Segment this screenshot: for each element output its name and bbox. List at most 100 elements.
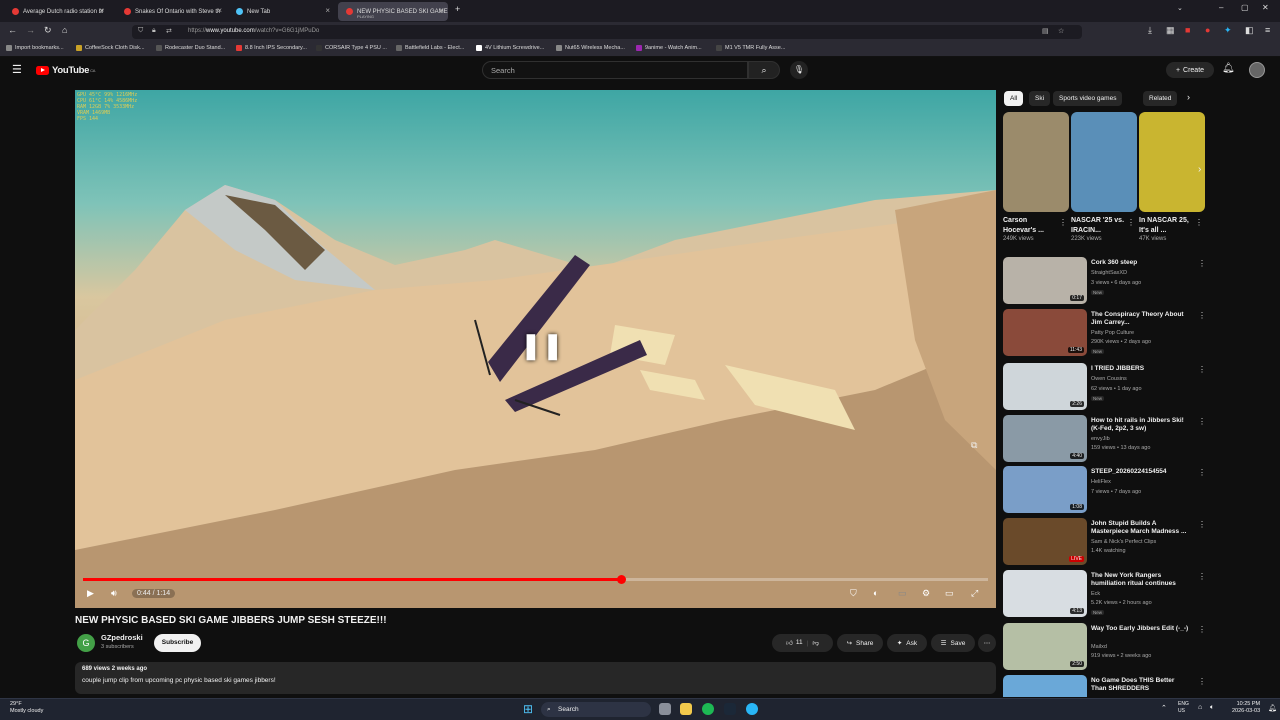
more-vertical-icon[interactable]: ⋮ [1198, 311, 1206, 320]
like-button[interactable]: 👍︎ 11 [786, 639, 803, 647]
system-clock[interactable]: 10:25 PM 2026-03-03 [1232, 701, 1260, 715]
list-item[interactable]: 4:13 The New York Rangers humiliation ri… [1003, 570, 1213, 620]
more-vertical-icon[interactable]: ⋮ [1198, 625, 1206, 634]
close-tab-icon[interactable]: × [217, 6, 222, 15]
description-box[interactable]: 689 views 2 weeks ago couple jump clip f… [75, 662, 996, 694]
video-player[interactable]: GPU 45°C 99% 1216MHz CPU 61°C 14% 4586MH… [75, 90, 996, 608]
bookmark-item[interactable]: CoffeeSock Cloth Disk... [76, 45, 145, 51]
steam-icon[interactable] [724, 703, 736, 715]
hamburger-menu-icon[interactable]: ☰ [12, 63, 22, 76]
theater-mode-icon[interactable]: ▭ [945, 588, 954, 599]
more-vertical-icon[interactable]: ⋮ [1198, 259, 1206, 268]
settings-gear-icon[interactable]: ⚙ [922, 588, 930, 599]
windows-start-icon[interactable]: ⊞ [523, 702, 533, 716]
dislike-button[interactable]: 👎︎ [812, 639, 819, 647]
browser-tab-active[interactable]: NEW PHYSIC BASED SKI GAME PLAYING × [338, 2, 448, 21]
lock-icon[interactable]: 🔒︎ [152, 27, 156, 35]
autoplay-toggle[interactable]: ◐ [873, 588, 878, 598]
more-actions-button[interactable]: ⋯ [978, 634, 996, 652]
ask-button[interactable]: ✦ Ask [887, 634, 927, 652]
address-bar[interactable]: ⛉ 🔒︎ ⇄ https://www.youtube.com/watch?v=G… [132, 25, 1082, 39]
close-window-icon[interactable]: ✕ [1262, 3, 1269, 12]
more-vertical-icon[interactable]: ⋮ [1198, 677, 1206, 686]
fullscreen-icon[interactable]: ⤢ [971, 588, 978, 599]
list-item[interactable]: LIVE John Stupid Builds A Masterpiece Ma… [1003, 518, 1213, 568]
bookmark-item[interactable]: CORSAIR Type 4 PSU ... [316, 45, 387, 51]
notifications-bell-icon[interactable]: 🔔︎ [1222, 63, 1235, 74]
volume-tray-icon[interactable]: 🔈︎ [1210, 704, 1214, 712]
new-tab-icon[interactable]: + [455, 4, 460, 14]
short-card[interactable]: In NASCAR 25, It's all ... 47K views ⋮ [1139, 112, 1205, 242]
back-icon[interactable]: ← [8, 25, 17, 35]
list-item[interactable]: 4:40 How to hit rails in Jibbers Ski! (K… [1003, 415, 1213, 465]
ad-shield-icon[interactable]: ⛉ [850, 588, 857, 599]
menu-icon[interactable]: ≡ [1265, 25, 1270, 35]
shield-icon[interactable]: ⛉ [138, 27, 143, 35]
channel-name[interactable]: GZpedroski [101, 633, 143, 642]
bookmark-item[interactable]: Battlefield Labs - Elect... [396, 45, 464, 51]
search-button[interactable]: ⌕ [748, 61, 780, 79]
save-button[interactable]: ☰ Save [931, 634, 975, 652]
more-vertical-icon[interactable]: ⋮ [1059, 218, 1067, 227]
extension-blue-icon[interactable]: ✦ [1224, 25, 1232, 36]
short-card[interactable]: NASCAR '25 vs. IRACIN... 223K views ⋮ [1071, 112, 1137, 242]
shorts-next-icon[interactable]: › [1198, 164, 1201, 175]
progress-bar[interactable] [83, 575, 988, 584]
close-tab-icon[interactable]: × [439, 6, 444, 15]
home-icon[interactable]: ⌂ [62, 25, 67, 35]
voice-search-button[interactable]: 🎙︎ [790, 61, 808, 79]
bookmark-item[interactable]: Import bookmarks... [6, 45, 64, 51]
reload-icon[interactable]: ↻ [44, 25, 52, 36]
center-pause-icon[interactable]: ❚❚ [520, 330, 564, 361]
forward-icon[interactable]: → [26, 25, 35, 35]
subtitles-icon[interactable]: ▭ [898, 588, 907, 599]
more-vertical-icon[interactable]: ⋮ [1198, 365, 1206, 374]
more-vertical-icon[interactable]: ⋮ [1198, 520, 1206, 529]
more-vertical-icon[interactable]: ⋮ [1127, 218, 1135, 227]
maximize-icon[interactable]: ▢ [1241, 3, 1249, 12]
account-avatar[interactable] [1249, 62, 1265, 78]
volume-icon[interactable]: 🔊︎ [111, 588, 117, 599]
tray-overflow-icon[interactable]: ⌃ [1161, 704, 1167, 712]
tab-list-icon[interactable]: ⌄ [1177, 4, 1183, 12]
short-card[interactable]: Carson Hocevar's ... 249K views ⋮ [1003, 112, 1069, 242]
extension-red-icon[interactable]: ■ [1185, 25, 1190, 35]
sidebar-toggle-icon[interactable]: ◧ [1245, 25, 1254, 36]
chip-all[interactable]: All [1004, 91, 1024, 106]
list-item[interactable]: 0:17 Cork 360 steep StraightSaxXD 3 view… [1003, 257, 1213, 307]
taskbar-search[interactable]: ⌕ Search [541, 702, 651, 717]
browser-tab[interactable]: New Tab × [228, 2, 334, 21]
bookmark-item[interactable]: M1 V5 TMR Fully Asse... [716, 45, 785, 51]
bookmark-star-icon[interactable]: ☆ [1058, 27, 1064, 35]
file-explorer-icon[interactable] [680, 703, 692, 715]
list-item[interactable]: 11:43 The Conspiracy Theory About Jim Ca… [1003, 309, 1213, 359]
bookmark-item[interactable]: 8.8 Inch IPS Secondary... [236, 45, 307, 51]
list-item[interactable]: 2:50 Way Too Early Jibbers Edit (-_-) Ma… [1003, 623, 1213, 673]
more-vertical-icon[interactable]: ⋮ [1195, 218, 1203, 227]
list-item[interactable]: No Game Does THIS Better Than SHREDDERS … [1003, 675, 1213, 697]
list-item[interactable]: 1:08 STEEP_20260224154554 HeliFlex 7 vie… [1003, 466, 1213, 516]
subscribe-button[interactable]: Subscribe [154, 634, 201, 652]
close-tab-icon[interactable]: × [99, 6, 104, 15]
bookmark-item[interactable]: 4V Lithium Screwdrive... [476, 45, 544, 51]
more-vertical-icon[interactable]: ⋮ [1198, 572, 1206, 581]
play-icon[interactable]: ▶ [87, 588, 94, 599]
permissions-icon[interactable]: ⇄ [166, 27, 172, 35]
notification-center-icon[interactable]: 🔔︎ [1268, 704, 1277, 712]
task-view-icon[interactable] [659, 703, 671, 715]
youtube-logo[interactable]: YouTube CA [36, 65, 95, 76]
bookmark-item[interactable]: Nut65 Wireless Mecha... [556, 45, 625, 51]
browser-tab[interactable]: Average Dutch radio station br × [4, 2, 108, 21]
chip-ski[interactable]: Ski [1029, 91, 1051, 106]
search-input[interactable]: Search [482, 61, 748, 79]
chips-next-icon[interactable]: › [1187, 92, 1190, 102]
close-tab-icon[interactable]: × [325, 6, 330, 15]
bookmark-item[interactable]: 9anime - Watch Anim... [636, 45, 702, 51]
weather-widget[interactable]: 29°F Mostly cloudy [10, 701, 43, 715]
downloads-icon[interactable]: ⤓ [1148, 25, 1152, 36]
spotify-icon[interactable] [702, 703, 714, 715]
minimize-icon[interactable]: – [1219, 3, 1223, 12]
reader-mode-icon[interactable]: ▤ [1042, 27, 1049, 35]
create-button[interactable]: + Create [1166, 62, 1214, 78]
extension-record-icon[interactable]: ● [1205, 25, 1210, 35]
